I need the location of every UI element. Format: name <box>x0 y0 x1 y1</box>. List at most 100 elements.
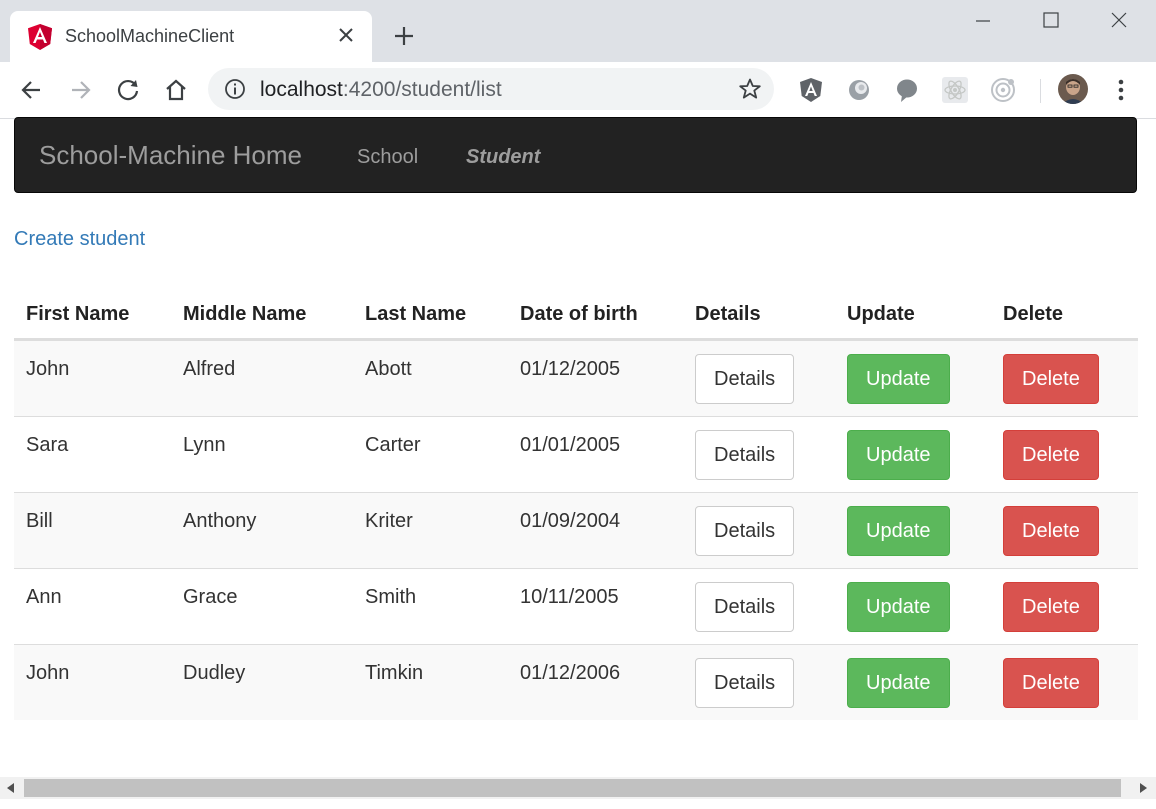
nav-link-school[interactable]: School <box>357 146 418 169</box>
cell-delete: Delete <box>991 416 1138 493</box>
cell-delete: Delete <box>991 492 1138 569</box>
update-button[interactable]: Update <box>847 657 950 708</box>
maximize-icon[interactable] <box>1036 8 1066 34</box>
cell-details: Details <box>683 340 835 417</box>
details-button[interactable]: Details <box>695 429 795 480</box>
update-button[interactable]: Update <box>847 353 950 404</box>
update-button[interactable]: Update <box>847 581 950 632</box>
navbar-brand[interactable]: School-Machine Home <box>39 140 302 171</box>
cell-date-of-birth: 01/01/2005 <box>508 416 683 493</box>
cell-update: Update <box>835 644 991 720</box>
table-header-row: First Name Middle Name Last Name Date of… <box>14 290 1138 341</box>
cell-last-name: Kriter <box>353 492 508 569</box>
more-menu-icon[interactable] <box>1110 76 1132 104</box>
column-header-update: Update <box>835 290 991 341</box>
table-row: Ann Grace Smith 10/11/2005 Details Updat… <box>14 568 1138 645</box>
cell-update: Update <box>835 492 991 569</box>
url-host: localhost <box>260 78 343 101</box>
browser-titlebar: SchoolMachineClient <box>0 0 1156 62</box>
update-button[interactable]: Update <box>847 505 950 556</box>
students-table: First Name Middle Name Last Name Date of… <box>14 290 1138 720</box>
column-header-delete: Delete <box>991 290 1138 341</box>
cell-delete: Delete <box>991 568 1138 645</box>
nav-link-student[interactable]: Student <box>466 146 540 169</box>
column-header-first-name: First Name <box>14 290 171 341</box>
table-row: Sara Lynn Carter 01/01/2005 Details Upda… <box>14 416 1138 493</box>
extension-icon[interactable] <box>845 76 873 104</box>
cell-date-of-birth: 01/12/2006 <box>508 644 683 720</box>
details-button[interactable]: Details <box>695 581 795 632</box>
cell-last-name: Smith <box>353 568 508 645</box>
cell-date-of-birth: 01/09/2004 <box>508 492 683 569</box>
cell-details: Details <box>683 416 835 493</box>
react-devtools-icon[interactable] <box>941 76 969 104</box>
table-row: Bill Anthony Kriter 01/09/2004 Details U… <box>14 492 1138 569</box>
minimize-icon[interactable] <box>968 8 998 34</box>
bookmark-star-icon[interactable] <box>738 77 762 101</box>
create-student-link[interactable]: Create student <box>14 228 145 251</box>
url-path: :4200/student/list <box>342 78 502 101</box>
column-header-last-name: Last Name <box>353 290 508 341</box>
address-bar[interactable]: localhost:4200/student/list <box>208 68 774 110</box>
delete-button[interactable]: Delete <box>1003 353 1099 404</box>
back-arrow-icon[interactable] <box>18 76 46 104</box>
details-button[interactable]: Details <box>695 353 795 404</box>
cell-last-name: Timkin <box>353 644 508 720</box>
window-close-icon[interactable] <box>1104 8 1134 34</box>
angular-devtools-icon[interactable] <box>797 76 825 104</box>
info-icon[interactable] <box>224 78 246 100</box>
scrollbar-thumb[interactable] <box>24 779 1121 797</box>
scroll-right-arrow-icon[interactable] <box>1136 781 1150 795</box>
url-text: localhost:4200/student/list <box>260 78 502 102</box>
column-header-date-of-birth: Date of birth <box>508 290 683 341</box>
cell-first-name: Ann <box>14 568 171 645</box>
delete-button[interactable]: Delete <box>1003 505 1099 556</box>
cell-delete: Delete <box>991 340 1138 417</box>
forward-arrow-icon[interactable] <box>66 76 94 104</box>
details-button[interactable]: Details <box>695 657 795 708</box>
details-button[interactable]: Details <box>695 505 795 556</box>
cell-update: Update <box>835 340 991 417</box>
browser-tab[interactable]: SchoolMachineClient <box>10 11 372 62</box>
table-row: John Alfred Abott 01/12/2005 Details Upd… <box>14 339 1138 417</box>
profile-avatar[interactable] <box>1058 74 1088 104</box>
app-navbar: School-Machine Home School Student <box>14 117 1137 193</box>
horizontal-scrollbar[interactable] <box>0 777 1156 799</box>
update-button[interactable]: Update <box>847 429 950 480</box>
cell-update: Update <box>835 416 991 493</box>
cell-date-of-birth: 01/12/2005 <box>520 358 621 380</box>
cell-first-name: Sara <box>14 416 171 493</box>
cell-middle-name: Anthony <box>171 492 353 569</box>
cell-first-name: Bill <box>14 492 171 569</box>
scroll-left-arrow-icon[interactable] <box>4 781 18 795</box>
cell-details: Details <box>683 568 835 645</box>
cell-first-name: John <box>26 358 70 380</box>
cell-delete: Delete <box>991 644 1138 720</box>
column-header-details: Details <box>683 290 835 341</box>
window-bottom-edge <box>0 799 1156 809</box>
home-icon[interactable] <box>162 76 190 104</box>
delete-button[interactable]: Delete <box>1003 429 1099 480</box>
toolbar-divider <box>1040 79 1041 103</box>
table-row: John Dudley Timkin 01/12/2006 Details Up… <box>14 644 1138 720</box>
cell-middle-name: Lynn <box>171 416 353 493</box>
cell-details: Details <box>683 644 835 720</box>
close-icon[interactable] <box>334 23 358 47</box>
column-header-middle-name: Middle Name <box>171 290 353 341</box>
cell-last-name: Carter <box>353 416 508 493</box>
browser-toolbar: localhost:4200/student/list <box>0 62 1156 119</box>
cell-middle-name: Grace <box>171 568 353 645</box>
delete-button[interactable]: Delete <box>1003 581 1099 632</box>
delete-button[interactable]: Delete <box>1003 657 1099 708</box>
new-tab-icon[interactable] <box>392 24 416 48</box>
cell-update: Update <box>835 568 991 645</box>
target-icon[interactable] <box>989 76 1017 104</box>
cell-middle-name: Dudley <box>171 644 353 720</box>
cell-last-name: Abott <box>365 358 412 380</box>
tab-title: SchoolMachineClient <box>65 26 235 46</box>
cell-date-of-birth: 10/11/2005 <box>508 568 683 645</box>
cell-middle-name: Alfred <box>183 358 236 380</box>
chat-bubble-icon[interactable] <box>893 76 921 104</box>
cell-first-name: John <box>14 644 171 720</box>
reload-icon[interactable] <box>114 76 142 104</box>
